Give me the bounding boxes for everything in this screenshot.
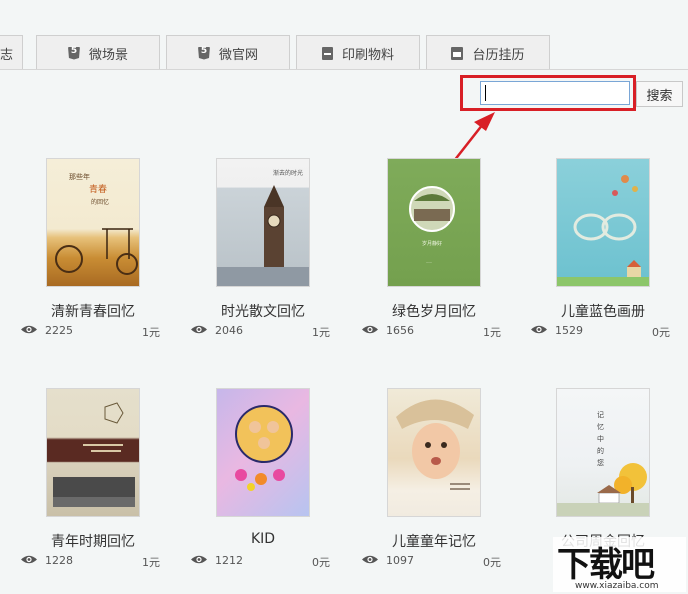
- price: 0元: [652, 326, 670, 339]
- view-count: 1228: [45, 554, 73, 567]
- eye-icon: [531, 325, 547, 334]
- eye-icon: [21, 555, 37, 564]
- cover-image[interactable]: [387, 388, 481, 517]
- eye-icon: [362, 325, 378, 334]
- price: 1元: [483, 326, 501, 339]
- svg-text:的: 的: [597, 446, 604, 455]
- price: 1元: [142, 326, 160, 339]
- view-count: 2225: [45, 324, 73, 337]
- svg-text:——: ——: [426, 260, 432, 264]
- eye-icon: [21, 325, 37, 334]
- search-input[interactable]: [480, 81, 630, 105]
- site-watermark: 下载吧 www.xiazaiba.com: [553, 537, 686, 592]
- svg-text:的回忆: 的回忆: [91, 198, 109, 206]
- cover-image[interactable]: 渐去的时光: [216, 158, 310, 287]
- watermark-url: www.xiazaiba.com: [575, 581, 659, 591]
- template-title[interactable]: 儿童蓝色画册: [530, 301, 676, 321]
- calendar-icon: [451, 46, 464, 60]
- html5-icon: [67, 46, 80, 60]
- view-count: 2046: [215, 324, 243, 337]
- svg-text:您: 您: [597, 458, 604, 467]
- svg-text:忆: 忆: [597, 422, 604, 431]
- tab-label: 志: [0, 47, 14, 63]
- svg-text:中: 中: [597, 434, 604, 443]
- eye-icon: [191, 325, 207, 334]
- cover-image[interactable]: 记 忆 中 的 您: [556, 388, 650, 517]
- search-button[interactable]: 搜索: [636, 81, 683, 107]
- tab-label: 微官网: [218, 47, 258, 63]
- template-title[interactable]: 青年时期回忆: [20, 531, 166, 551]
- tab-label: 台历挂历: [472, 47, 525, 63]
- price: 0元: [312, 556, 330, 569]
- cover-image[interactable]: [556, 158, 650, 287]
- html5-icon: [197, 46, 210, 60]
- view-count: 1656: [386, 324, 414, 337]
- view-count: 1529: [555, 324, 583, 337]
- tab-label: 微场景: [88, 47, 128, 63]
- price: 1元: [142, 556, 160, 569]
- cover-image[interactable]: [216, 388, 310, 517]
- cover-image[interactable]: 那些年 青春 的回忆: [46, 158, 140, 287]
- tab-micro-website[interactable]: 微官网: [166, 35, 290, 70]
- tab-micro-scene[interactable]: 微场景: [36, 35, 160, 70]
- template-title[interactable]: 儿童童年记忆: [361, 531, 507, 551]
- document-icon: [321, 46, 333, 60]
- view-count: 1097: [386, 554, 414, 567]
- cover-image[interactable]: [46, 388, 140, 517]
- category-tabbar: 志 微场景 微官网 印刷物料 台历挂历: [0, 0, 688, 70]
- svg-text:那些年: 那些年: [69, 172, 90, 181]
- price: 0元: [483, 556, 501, 569]
- eye-icon: [362, 555, 378, 564]
- view-count: 1212: [215, 554, 243, 567]
- svg-text:渐去的时光: 渐去的时光: [273, 169, 303, 177]
- price: 1元: [312, 326, 330, 339]
- eye-icon: [191, 555, 207, 564]
- svg-text:记: 记: [597, 411, 604, 419]
- cover-image[interactable]: 岁月静好 ——: [387, 158, 481, 287]
- tab-calendars[interactable]: 台历挂历: [426, 35, 550, 70]
- tab-print-materials[interactable]: 印刷物料: [296, 35, 420, 70]
- template-title[interactable]: 绿色岁月回忆: [361, 301, 507, 321]
- template-title[interactable]: KID: [190, 531, 336, 547]
- tab-partial[interactable]: 志: [0, 35, 23, 70]
- text-caret: [485, 85, 486, 101]
- svg-text:青春: 青春: [89, 183, 107, 195]
- svg-text:岁月静好: 岁月静好: [422, 240, 442, 247]
- template-title[interactable]: 时光散文回忆: [190, 301, 336, 321]
- tab-label: 印刷物料: [341, 47, 394, 63]
- watermark-logo: 下载吧: [557, 545, 655, 585]
- template-title[interactable]: 清新青春回忆: [20, 301, 166, 321]
